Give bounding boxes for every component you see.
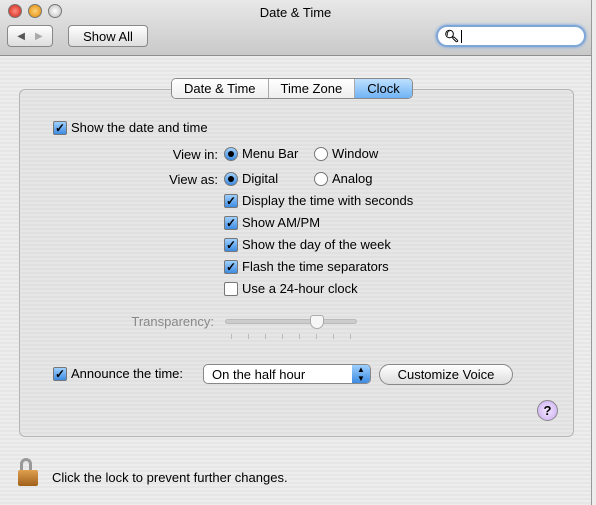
radio-window[interactable]: Window [314,146,378,161]
toolbar: Date & Time ◀ ▶ Show All 🔍︎ [0,0,591,56]
help-button[interactable]: ? [537,400,558,421]
seconds-checkbox[interactable]: ✓ Display the time with seconds [224,193,413,208]
window-title: Date & Time [259,5,332,20]
forward-arrow-icon[interactable]: ▶ [35,31,43,42]
slider-ticks [231,334,351,339]
back-arrow-icon[interactable]: ◀ [17,31,25,42]
preferences-window: Date & Time ◀ ▶ Show All 🔍︎ Date & Time T… [0,0,592,505]
view-in-label: View in: [172,147,218,162]
flash-separators-checkbox[interactable]: ✓ Flash the time separators [224,259,389,274]
transparency-slider[interactable] [225,315,357,329]
transparency-label: Transparency: [131,314,214,329]
tab-time-zone[interactable]: Time Zone [268,79,356,98]
lock-message: Click the lock to prevent further change… [52,470,288,485]
announce-interval-select[interactable]: On the half hour ▲ ▼ [203,364,371,384]
announce-checkbox[interactable]: ✓ Announce the time: [53,366,183,381]
search-field[interactable]: 🔍︎ [436,25,586,47]
customize-voice-button[interactable]: Customize Voice [379,364,513,385]
24-hour-checkbox[interactable]: Use a 24-hour clock [224,281,358,296]
select-arrows-icon: ▲ ▼ [352,365,370,383]
tab-date-time[interactable]: Date & Time [172,79,269,98]
show-date-time-checkbox[interactable]: ✓ Show the date and time [53,120,208,135]
search-icon: 🔍︎ [444,29,460,43]
checkbox-checked-icon[interactable]: ✓ [53,120,67,135]
lock-icon[interactable] [18,458,38,488]
back-forward-buttons[interactable]: ◀ ▶ [7,25,53,47]
view-as-label: View as: [169,172,218,187]
radio-digital[interactable]: Digital [224,171,278,186]
radio-menu-bar[interactable]: Menu Bar [224,146,298,161]
tab-clock[interactable]: Clock [355,79,412,98]
ampm-checkbox[interactable]: ✓ Show AM/PM [224,215,320,230]
tab-bar: Date & Time Time Zone Clock [171,78,413,99]
radio-analog[interactable]: Analog [314,171,372,186]
show-all-button[interactable]: Show All [68,25,148,47]
day-of-week-checkbox[interactable]: ✓ Show the day of the week [224,237,391,252]
slider-thumb[interactable] [310,315,324,329]
